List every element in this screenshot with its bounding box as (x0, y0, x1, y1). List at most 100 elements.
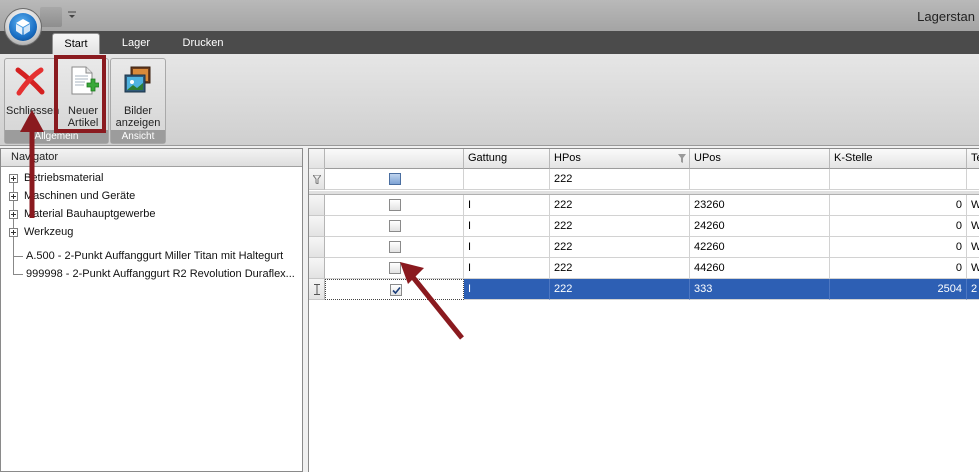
gattung-cell[interactable]: I (464, 216, 550, 237)
row-checkbox[interactable] (389, 262, 401, 274)
new-document-icon (71, 66, 99, 95)
row-indicator[interactable] (309, 258, 325, 279)
gattung-cell[interactable]: I (464, 258, 550, 279)
te-cell[interactable]: W (967, 195, 979, 216)
hpos-cell[interactable]: 222 (550, 237, 690, 258)
ribbon-tab-strip: Start Lager Drucken (0, 31, 979, 54)
tree-connector (14, 256, 23, 257)
hpos-cell[interactable]: 222 (550, 216, 690, 237)
close-button-label: Schliessen (6, 105, 60, 117)
filter-checkbox[interactable] (389, 173, 401, 185)
row-indicator[interactable] (309, 216, 325, 237)
column-header-hpos-label: HPos (554, 152, 581, 164)
show-images-button[interactable]: Bilder anzeigen (114, 61, 162, 131)
column-header-check[interactable] (325, 149, 464, 169)
close-button[interactable]: Schliessen (6, 61, 60, 131)
ribbon-group-general: Schliessen Neuer Artikel Allgemein (4, 58, 109, 144)
column-header-gattung[interactable]: Gattung (464, 149, 550, 169)
hpos-cell[interactable]: 222 (550, 258, 690, 279)
expand-icon[interactable] (9, 210, 18, 219)
article-grid: Gattung HPos UPos K-Stelle Te 222 (308, 148, 979, 472)
tree-item-label: A.500 - 2-Punkt Auffanggurt Miller Titan… (26, 250, 284, 262)
upos-cell[interactable]: 24260 (690, 216, 830, 237)
tree-item-label: 999998 - 2-Punkt Auffanggurt R2 Revoluti… (26, 268, 295, 280)
app-window: Lagerstan Start Lager Drucken Schliessen (0, 0, 979, 472)
tab-lager[interactable]: Lager (112, 33, 160, 54)
show-images-label-line1: Bilder (123, 105, 153, 117)
cube-icon (9, 13, 37, 41)
ribbon-group-label-view: Ansicht (111, 130, 165, 143)
row-checkbox[interactable] (389, 199, 401, 211)
checkmark-icon (392, 286, 401, 295)
check-cell[interactable] (325, 279, 464, 300)
quick-access-button[interactable] (40, 7, 62, 27)
upos-cell[interactable]: 333 (690, 279, 830, 300)
grid-header-row: Gattung HPos UPos K-Stelle Te (309, 149, 979, 170)
table-row[interactable]: I 222 44260 0 W (309, 258, 979, 279)
expand-icon[interactable] (9, 174, 18, 183)
gattung-cell[interactable]: I (464, 237, 550, 258)
filter-cell-check[interactable] (325, 169, 464, 190)
table-row[interactable]: I 222 23260 0 W (309, 195, 979, 216)
column-header-kstelle[interactable]: K-Stelle (830, 149, 967, 169)
kstelle-cell[interactable]: 0 (830, 216, 967, 237)
navigator-panel: Navigator Betriebsmaterial Maschinen und… (0, 148, 303, 472)
row-checkbox[interactable] (389, 220, 401, 232)
filter-icon (313, 175, 321, 184)
hpos-cell[interactable]: 222 (550, 195, 690, 216)
filter-row-indicator (309, 169, 325, 190)
upos-cell[interactable]: 44260 (690, 258, 830, 279)
filter-cell-kstelle[interactable] (830, 169, 967, 190)
application-menu-button[interactable] (4, 8, 42, 46)
row-checkbox[interactable] (389, 241, 401, 253)
check-cell[interactable] (325, 195, 464, 216)
table-row[interactable]: I 222 24260 0 W (309, 216, 979, 237)
new-article-label-line2: Artikel (67, 117, 99, 129)
tree-item-label: Material Bauhauptgewerbe (24, 208, 156, 220)
table-row[interactable]: I 222 42260 0 W (309, 237, 979, 258)
tab-start[interactable]: Start (52, 33, 100, 54)
te-cell[interactable]: W (967, 258, 979, 279)
title-bar: Lagerstan (0, 0, 979, 31)
row-indicator[interactable] (309, 237, 325, 258)
ribbon-group-view: Bilder anzeigen Ansicht (110, 58, 166, 144)
quick-access-dropdown-icon[interactable] (66, 9, 78, 21)
ribbon: Schliessen Neuer Artikel Allgemein Bilde… (0, 54, 979, 146)
tree-connector (14, 274, 23, 275)
kstelle-cell[interactable]: 0 (830, 258, 967, 279)
kstelle-cell[interactable]: 0 (830, 195, 967, 216)
column-header-upos[interactable]: UPos (690, 149, 830, 169)
upos-cell[interactable]: 23260 (690, 195, 830, 216)
row-indicator[interactable] (309, 279, 325, 300)
te-cell[interactable]: 2 (967, 279, 979, 300)
filter-icon[interactable] (678, 154, 686, 163)
check-cell[interactable] (325, 258, 464, 279)
upos-cell[interactable]: 42260 (690, 237, 830, 258)
filter-cell-upos[interactable] (690, 169, 830, 190)
check-cell[interactable] (325, 237, 464, 258)
check-cell[interactable] (325, 216, 464, 237)
new-article-button[interactable]: Neuer Artikel (59, 61, 107, 131)
filter-cell-hpos[interactable]: 222 (550, 169, 690, 190)
gattung-cell[interactable]: I (464, 279, 550, 300)
tree-item-label: Betriebsmaterial (24, 172, 104, 184)
gattung-cell[interactable]: I (464, 195, 550, 216)
te-cell[interactable]: W (967, 216, 979, 237)
navigator-header: Navigator (1, 149, 302, 167)
kstelle-cell[interactable]: 2504 (830, 279, 967, 300)
filter-cell-gattung[interactable] (464, 169, 550, 190)
kstelle-cell[interactable]: 0 (830, 237, 967, 258)
tree-item-label: Maschinen und Geräte (24, 190, 136, 202)
table-row-selected[interactable]: I 222 333 2504 2 (309, 279, 979, 300)
expand-icon[interactable] (9, 228, 18, 237)
tab-drucken[interactable]: Drucken (176, 33, 230, 54)
hpos-cell[interactable]: 222 (550, 279, 690, 300)
row-indicator[interactable] (309, 195, 325, 216)
column-header-te[interactable]: Te (967, 149, 979, 169)
column-header-hpos[interactable]: HPos (550, 149, 690, 169)
te-cell[interactable]: W (967, 237, 979, 258)
expand-icon[interactable] (9, 192, 18, 201)
filter-cell-te[interactable] (967, 169, 979, 190)
row-checkbox-checked[interactable] (390, 284, 402, 296)
new-article-label-line1: Neuer (68, 105, 98, 117)
